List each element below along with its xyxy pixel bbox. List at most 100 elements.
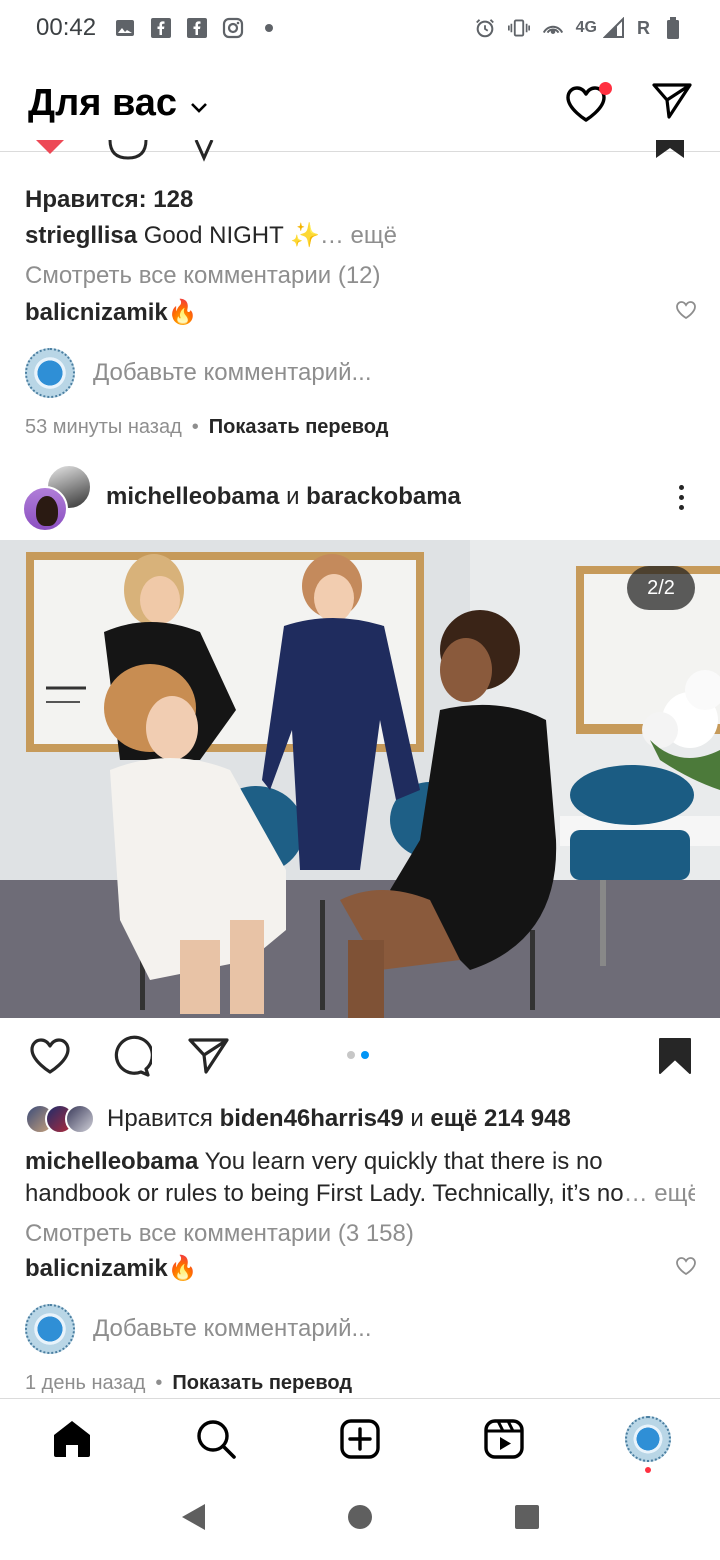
photo-illustration bbox=[0, 540, 720, 1018]
notification-icons bbox=[114, 17, 280, 39]
battery-icon bbox=[662, 17, 684, 39]
home-icon bbox=[54, 1420, 90, 1457]
caption-username[interactable]: michelleobama bbox=[25, 1148, 198, 1175]
home-circle-icon[interactable] bbox=[346, 1503, 374, 1536]
view-all-comments-link[interactable]: Смотреть все комментарии (3 158) bbox=[25, 1220, 695, 1248]
notification-badge bbox=[599, 81, 612, 95]
caption-text: Good NIGHT ✨ bbox=[137, 222, 320, 249]
profile-avatar bbox=[625, 1415, 671, 1462]
post-authors: michelleobama и barackobama bbox=[106, 483, 461, 511]
liked-by-username[interactable]: biden46harris49 bbox=[220, 1105, 404, 1132]
view-all-comments-link[interactable]: Смотреть все комментарии (12) bbox=[25, 256, 695, 296]
nav-search[interactable] bbox=[186, 1409, 246, 1469]
liked-by-prefix: Нравится bbox=[107, 1105, 220, 1132]
add-comment-row[interactable]: Добавьте комментарий... bbox=[25, 1304, 695, 1354]
authors-connector: и bbox=[279, 483, 307, 510]
comment-like-heart-icon[interactable] bbox=[675, 1252, 697, 1286]
liked-by-row[interactable]: Нравится biden46harris49 и ещё 214 948 bbox=[25, 1100, 695, 1138]
author-username-2[interactable]: barackobama bbox=[306, 483, 461, 510]
caption-text-line1: You learn very quickly that there is no bbox=[198, 1148, 603, 1175]
nav-profile[interactable] bbox=[618, 1409, 678, 1473]
caption-more-link[interactable]: … ещё bbox=[624, 1180, 695, 1207]
caption-more-link[interactable]: … ещё bbox=[320, 222, 397, 249]
roaming-indicator: R bbox=[637, 17, 650, 38]
reels-icon bbox=[484, 1418, 524, 1459]
status-time: 00:42 bbox=[36, 14, 97, 41]
post-timestamp: 1 день назад bbox=[25, 1372, 146, 1394]
liked-by-text: Нравится biden46harris49 и ещё 214 948 bbox=[107, 1105, 571, 1133]
post-body: Нравится biden46harris49 и ещё 214 948 m… bbox=[25, 1100, 697, 1395]
comment-username[interactable]: balicnizamik bbox=[25, 296, 168, 330]
comment-preview: balicnizamik 🔥 bbox=[25, 1252, 697, 1286]
facebook-icon bbox=[150, 17, 172, 39]
separator-dot: • bbox=[155, 1372, 163, 1394]
search-icon bbox=[197, 1419, 236, 1459]
comment-bubble-icon[interactable] bbox=[108, 1035, 154, 1082]
nav-reels[interactable] bbox=[474, 1409, 534, 1469]
comment-username[interactable]: balicnizamik bbox=[25, 1252, 168, 1286]
more-notifications-dot-icon bbox=[258, 17, 280, 39]
liked-by-others-count[interactable]: ещё 214 948 bbox=[430, 1105, 570, 1132]
comment-text: 🔥 bbox=[167, 1255, 198, 1282]
current-user-avatar bbox=[25, 348, 75, 398]
collab-avatars[interactable] bbox=[22, 462, 92, 532]
system-status-icons: 4G R bbox=[474, 17, 684, 39]
system-navigation-bar bbox=[0, 1478, 720, 1560]
more-options-icon[interactable] bbox=[679, 484, 684, 510]
post-previous: Нравится: 128 striegllisa Good NIGHT ✨… … bbox=[25, 182, 697, 439]
post-image[interactable] bbox=[0, 540, 720, 1018]
caption-username[interactable]: striegllisa bbox=[25, 222, 137, 249]
comment-text: 🔥 bbox=[167, 299, 198, 326]
show-translation-link[interactable]: Показать перевод bbox=[209, 416, 389, 439]
post-meta: 1 день назад • Показать перевод bbox=[25, 1372, 695, 1395]
vibrate-icon bbox=[507, 17, 530, 39]
add-comment-input[interactable]: Добавьте комментарий... bbox=[93, 1315, 371, 1343]
bottom-navigation bbox=[0, 1398, 720, 1478]
facebook-icon bbox=[186, 17, 208, 39]
show-translation-link[interactable]: Показать перевод bbox=[172, 1372, 352, 1395]
liked-by-and: и bbox=[403, 1105, 431, 1132]
post-caption: striegllisa Good NIGHT ✨… ещё bbox=[25, 218, 695, 254]
feed-selector[interactable]: Для вас bbox=[28, 82, 209, 125]
separator-dot: • bbox=[191, 416, 199, 438]
back-triangle-icon[interactable] bbox=[179, 1502, 207, 1537]
hotspot-icon bbox=[542, 17, 564, 39]
current-user-avatar bbox=[25, 1304, 75, 1354]
share-paper-plane-icon[interactable] bbox=[188, 1037, 230, 1080]
carousel-indicator bbox=[347, 1051, 369, 1059]
activity-button[interactable] bbox=[564, 81, 612, 124]
profile-notification-dot bbox=[645, 1466, 651, 1473]
chevron-down-icon bbox=[189, 82, 209, 125]
carousel-counter: 2/2 bbox=[627, 566, 695, 610]
likes-count[interactable]: Нравится: 128 bbox=[25, 182, 695, 218]
comment-like-heart-icon[interactable] bbox=[675, 296, 697, 330]
gallery-icon bbox=[114, 17, 136, 39]
carousel-dot bbox=[347, 1051, 355, 1059]
post-timestamp: 53 минуты назад bbox=[25, 416, 182, 438]
signal-icon bbox=[603, 17, 625, 39]
app-header: Для вас bbox=[0, 56, 720, 152]
post-header: michelleobama и barackobama bbox=[0, 458, 720, 536]
nav-create[interactable] bbox=[330, 1409, 390, 1469]
add-comment-row[interactable]: Добавьте комментарий... bbox=[25, 348, 695, 398]
author-username-1[interactable]: michelleobama bbox=[106, 483, 279, 510]
add-comment-input[interactable]: Добавьте комментарий... bbox=[93, 359, 371, 387]
status-bar: 00:42 4G R bbox=[0, 0, 720, 56]
direct-messages-button[interactable] bbox=[652, 82, 692, 125]
like-heart-icon[interactable] bbox=[28, 1036, 72, 1081]
comment-preview: balicnizamik 🔥 bbox=[25, 296, 697, 330]
alarm-icon bbox=[474, 17, 496, 39]
recents-square-icon[interactable] bbox=[513, 1503, 541, 1536]
plus-square-icon bbox=[340, 1418, 380, 1459]
post-caption: michelleobama You learn very quickly tha… bbox=[25, 1146, 695, 1210]
paper-plane-icon bbox=[652, 83, 692, 119]
saved-bookmark-icon[interactable] bbox=[658, 1037, 692, 1080]
network-type: 4G bbox=[575, 19, 597, 36]
avatar-michelleobama bbox=[22, 486, 68, 532]
nav-home[interactable] bbox=[42, 1409, 102, 1469]
previous-post-actions-partial bbox=[0, 140, 720, 162]
page-title: Для вас bbox=[28, 82, 178, 124]
instagram-icon bbox=[222, 17, 244, 39]
carousel-dot-active bbox=[361, 1051, 369, 1059]
caption-text-line2: handbook or rules to being First Lady. T… bbox=[25, 1180, 624, 1207]
